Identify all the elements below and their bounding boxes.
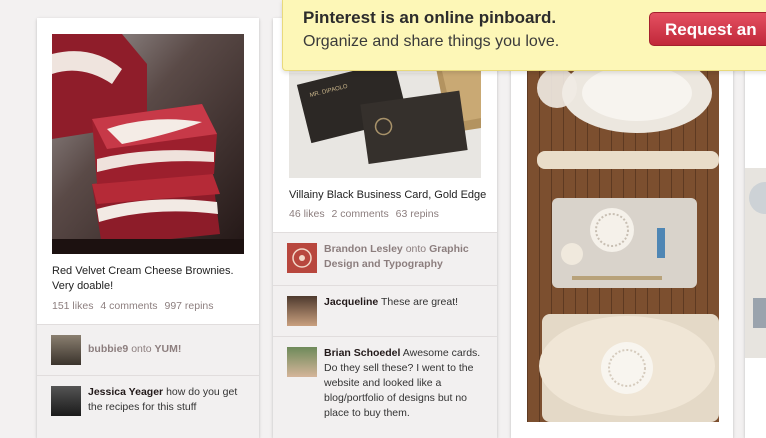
pin-description: Villainy Black Business Card, Gold Edge — [289, 189, 487, 201]
avatar[interactable] — [51, 386, 81, 416]
comment-username[interactable]: Jacqueline — [324, 296, 378, 308]
pin-stats: 151 likes 4 comments 997 repins — [52, 300, 218, 312]
avatar[interactable] — [287, 296, 317, 326]
avatar[interactable] — [51, 335, 81, 365]
repins-count[interactable]: 997 repins — [164, 300, 213, 312]
comment-username[interactable]: Jessica Yeager — [88, 386, 163, 398]
comments-count[interactable]: 2 comments — [332, 208, 389, 220]
pin-card-red-velvet[interactable]: Red Velvet Cream Cheese Brownies. Very d… — [37, 18, 259, 438]
comment-row: Brian Schoedel Awesome cards. Do they se… — [273, 336, 497, 438]
comments-count[interactable]: 4 comments — [100, 300, 157, 312]
comment-row: Jessica Yeager how do you get the recipe… — [37, 375, 259, 438]
activity-username[interactable]: bubbie9 — [88, 343, 128, 355]
pin-card-ceramic-craft[interactable] — [511, 18, 733, 438]
pin-card-business-card[interactable]: MR. DIPAOLO Villainy Black Business Card… — [273, 18, 497, 438]
signup-notice-bar: Pinterest is an online pinboard. Organiz… — [282, 0, 766, 71]
avatar[interactable] — [287, 347, 317, 377]
avatar[interactable] — [287, 243, 317, 273]
comment-row: Jacqueline These are great! — [273, 285, 497, 336]
activity-row: Brandon Lesley onto Graphic Design and T… — [273, 232, 497, 285]
activity-username[interactable]: Brandon Lesley — [324, 243, 403, 255]
likes-count[interactable]: 151 likes — [52, 300, 93, 312]
request-invite-button[interactable]: Request an — [649, 12, 766, 46]
board-link[interactable]: YUM! — [155, 343, 182, 355]
pin-stats: 46 likes 2 comments 63 repins — [289, 208, 443, 220]
notice-headline: Pinterest is an online pinboard. — [303, 8, 557, 27]
pin-description: Red Velvet Cream Cheese Brownies. Very d… — [52, 265, 234, 292]
activity-row: bubbie9 onto YUM! — [37, 324, 259, 375]
onto-label: onto — [405, 243, 427, 255]
pin-image-ceramic-doilies[interactable] — [527, 18, 719, 422]
repins-count[interactable]: 63 repins — [396, 208, 439, 220]
comment-text: These are great! — [381, 296, 459, 308]
onto-label: onto — [131, 343, 152, 355]
pin-image-brownies[interactable] — [52, 34, 244, 254]
pin-card-partial[interactable] — [745, 18, 766, 438]
comment-username[interactable]: Brian Schoedel — [324, 347, 400, 359]
pin-image-partial[interactable] — [745, 168, 766, 358]
notice-subline: Organize and share things you love. — [303, 33, 560, 50]
likes-count[interactable]: 46 likes — [289, 208, 325, 220]
